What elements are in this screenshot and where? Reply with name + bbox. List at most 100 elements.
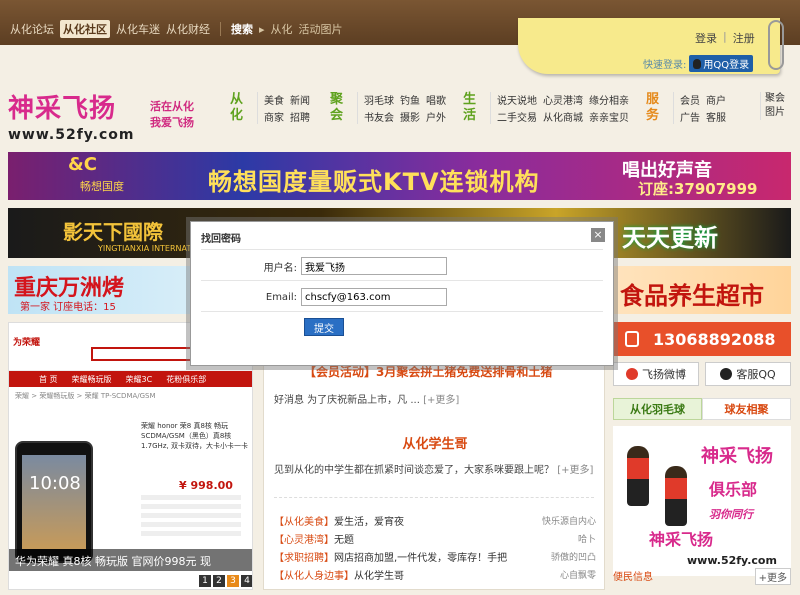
- slogan: 活在从化 我爱飞扬: [150, 99, 194, 131]
- shop-tab: 荣耀畅玩版: [71, 374, 112, 384]
- submit-button[interactable]: 提交: [304, 318, 344, 336]
- news-author[interactable]: 哈卜: [578, 532, 596, 545]
- shop-tab: 花粉俱乐部: [166, 374, 207, 384]
- news-title[interactable]: 网店招商加盟,一件代发，零库存！手把: [334, 553, 507, 564]
- topnav-item-forum[interactable]: 从化论坛: [10, 21, 54, 37]
- list-item[interactable]: 【求职招聘】网店招商加盟,一件代发，零库存！手把 骄傲的凹凸: [274, 547, 596, 565]
- club-image[interactable]: 神采飞扬 俱乐部 羽你同行 神采飞扬 www.52fy.com: [613, 426, 791, 576]
- qq-icon: [720, 368, 733, 380]
- club-title-2: 神采飞扬: [649, 530, 714, 549]
- nav-category[interactable]: 服务: [646, 92, 674, 124]
- news-tag[interactable]: 【从化美食】: [274, 517, 334, 528]
- news-title[interactable]: 爱生活，爱宵夜: [334, 517, 404, 528]
- topnav-item-community[interactable]: 从化社区: [60, 20, 110, 38]
- tab-friends[interactable]: 球友相聚: [702, 398, 791, 420]
- nav-category[interactable]: 生活: [463, 92, 491, 124]
- username-row: 用户名:: [191, 257, 615, 275]
- qq-service-button[interactable]: 客服QQ: [705, 362, 791, 386]
- nav-link[interactable]: 摄影: [400, 109, 420, 124]
- nav-link[interactable]: 美食: [264, 92, 284, 107]
- email-row: Email:: [191, 288, 615, 306]
- slide-pager: 1 2 3 4 5: [199, 575, 252, 587]
- search-label[interactable]: 搜索: [231, 21, 253, 37]
- topnav-item-cars[interactable]: 从化车迷: [116, 21, 160, 37]
- nav-link[interactable]: 说天说地: [497, 92, 537, 107]
- more-link[interactable]: [+更多]: [557, 465, 593, 476]
- topnav-item-finance[interactable]: 从化财经: [166, 21, 210, 37]
- logo-title: 神采飞扬: [8, 94, 117, 124]
- pager-button-active[interactable]: 3: [227, 575, 239, 587]
- nav-category[interactable]: 聚会: [330, 92, 358, 124]
- nav-category[interactable]: 从化: [230, 92, 258, 124]
- phone-banner[interactable]: 13068892088: [613, 322, 791, 356]
- nav-link[interactable]: 亲亲宝贝: [589, 109, 629, 124]
- nav-link[interactable]: 二手交易: [497, 109, 537, 124]
- nav-link[interactable]: 书友会: [364, 109, 394, 124]
- news-tag[interactable]: 【心灵港湾】: [274, 535, 334, 546]
- news-tag[interactable]: 【求职招聘】: [274, 553, 334, 564]
- qq-login-button[interactable]: 用QQ登录: [689, 55, 754, 72]
- info-label[interactable]: 便民信息: [613, 568, 653, 585]
- product-price: ¥ 998.00: [179, 479, 233, 492]
- nav-photos[interactable]: 聚会 图片: [760, 92, 785, 120]
- news-tag[interactable]: 【从化人身边事】: [274, 571, 354, 582]
- shop-breadcrumb: 荣耀 > 荣耀畅玩版 > 荣耀 TP-SCDMA/GSM: [15, 392, 156, 400]
- news-title[interactable]: 无题: [334, 535, 354, 546]
- weibo-button[interactable]: 飞扬微博: [613, 362, 699, 386]
- news-author[interactable]: 心自飘零: [560, 568, 596, 581]
- email-field[interactable]: [301, 288, 447, 306]
- more-link[interactable]: [+更多]: [423, 395, 459, 406]
- pager-button[interactable]: 4: [241, 575, 252, 587]
- nav-link[interactable]: 商家: [264, 109, 284, 124]
- nav-link[interactable]: 会员: [680, 92, 700, 107]
- list-item[interactable]: 【心灵港湾】无题 哈卜: [274, 529, 596, 547]
- social-links: 飞扬微博 客服QQ: [613, 362, 791, 386]
- nav-group-party: 聚会 羽毛球 钓鱼 唱歌 书友会 摄影 户外: [330, 92, 446, 124]
- top-nav: 从化论坛 从化社区 从化车迷 从化财经 搜索 ▸ 从化 活动图片: [10, 20, 343, 38]
- nav-link[interactable]: 唱歌: [426, 92, 446, 107]
- news-author[interactable]: 快乐源自内心: [542, 514, 596, 527]
- qq-penguin-icon: [693, 58, 702, 69]
- register-link[interactable]: 注册: [733, 30, 755, 46]
- more-button[interactable]: +更多: [754, 568, 791, 585]
- nav-link[interactable]: 从化商城: [543, 109, 583, 124]
- nav-link[interactable]: 户外: [426, 109, 446, 124]
- tab-badminton[interactable]: 从化羽毛球: [613, 398, 702, 420]
- banner-ktv-headline: 畅想国度量贩式KTV连锁机构: [208, 168, 540, 196]
- news-title[interactable]: 从化学生哥: [354, 571, 404, 582]
- nav-link[interactable]: 羽毛球: [364, 92, 394, 107]
- nav-link[interactable]: 商户: [706, 92, 726, 107]
- banner-food-right: 食品养生超市: [620, 282, 764, 310]
- email-label: Email:: [265, 291, 297, 303]
- nav-link[interactable]: 新闻: [290, 92, 310, 107]
- slide-caption[interactable]: 华为荣耀 真8核 畅玩版 官网价998元 现: [9, 549, 252, 571]
- nav-link[interactable]: 客服: [706, 109, 726, 124]
- pager-button[interactable]: 1: [199, 575, 211, 587]
- banner-food-sub: 第一家 订座电话：15: [20, 302, 116, 313]
- search-scope[interactable]: 从化: [271, 21, 293, 37]
- nav-link[interactable]: 心灵港湾: [543, 92, 583, 107]
- close-icon[interactable]: ×: [591, 228, 605, 242]
- shop-tab: 首 页: [39, 374, 58, 384]
- news-author[interactable]: 骄傲的凹凸: [551, 550, 596, 563]
- pager-button[interactable]: 2: [213, 575, 225, 587]
- divider: [201, 280, 603, 281]
- list-item[interactable]: 【从化人身边事】从化学生哥 心自飘零: [274, 565, 596, 583]
- nav-link[interactable]: 钓鱼: [400, 92, 420, 107]
- news-summary-text: 好消息 为了庆祝新品上市，凡 ...: [274, 395, 420, 406]
- shop-logo: 为荣耀: [13, 338, 41, 348]
- nav-links: 说天说地 心灵港湾 缘分相亲 二手交易 从化商城 亲亲宝贝: [497, 92, 629, 124]
- username-field[interactable]: [301, 257, 447, 275]
- login-link[interactable]: 登录: [695, 30, 717, 46]
- nav-link[interactable]: 缘分相亲: [589, 92, 629, 107]
- find-password-dialog: 找回密码 × 用户名: Email: 提交: [190, 221, 614, 366]
- nav-link[interactable]: 招聘: [290, 109, 310, 124]
- banner-cinema-title: 影天下國際: [63, 220, 163, 244]
- activity-photos-link[interactable]: 活动图片: [299, 21, 343, 37]
- site-logo[interactable]: 神采飞扬 www.52fy.com: [8, 88, 134, 143]
- news-headline-2[interactable]: 从化学生哥: [264, 433, 606, 452]
- nav-link[interactable]: 广告: [680, 109, 700, 124]
- list-item[interactable]: 【从化美食】爱生活，爱宵夜 快乐源自内心: [274, 511, 596, 529]
- shop-tabs: 首 页 荣耀畅玩版 荣耀3C 花粉俱乐部: [9, 371, 252, 387]
- banner-ktv[interactable]: &C 畅想国度 畅想国度量贩式KTV连锁机构 唱出好声音 订座:37907999: [8, 152, 791, 200]
